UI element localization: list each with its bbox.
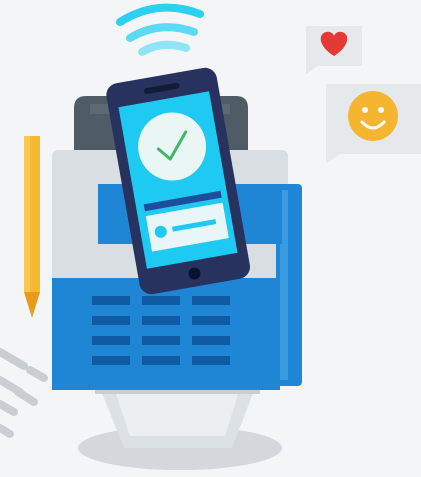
terminal-stand-highlight — [114, 388, 240, 436]
key — [92, 356, 130, 365]
wifi-signal-icon — [116, 3, 204, 56]
heart-bubble — [306, 26, 362, 74]
key — [142, 336, 180, 345]
key — [192, 316, 230, 325]
key — [192, 336, 230, 345]
key — [142, 316, 180, 325]
keypad-panel — [52, 278, 280, 390]
key — [92, 336, 130, 345]
illustration-canvas — [0, 0, 421, 477]
smiley-eye-right — [378, 107, 384, 113]
smiley-icon — [348, 91, 398, 141]
key — [142, 356, 180, 365]
key — [92, 296, 130, 305]
smiley-eye-left — [362, 107, 368, 113]
key — [192, 356, 230, 365]
key — [192, 296, 230, 305]
key — [142, 296, 180, 305]
smiley-bubble — [326, 84, 421, 164]
key — [92, 316, 130, 325]
pencil-icon — [24, 136, 40, 318]
receipt-lines — [0, 348, 48, 438]
payment-illustration — [0, 3, 421, 470]
